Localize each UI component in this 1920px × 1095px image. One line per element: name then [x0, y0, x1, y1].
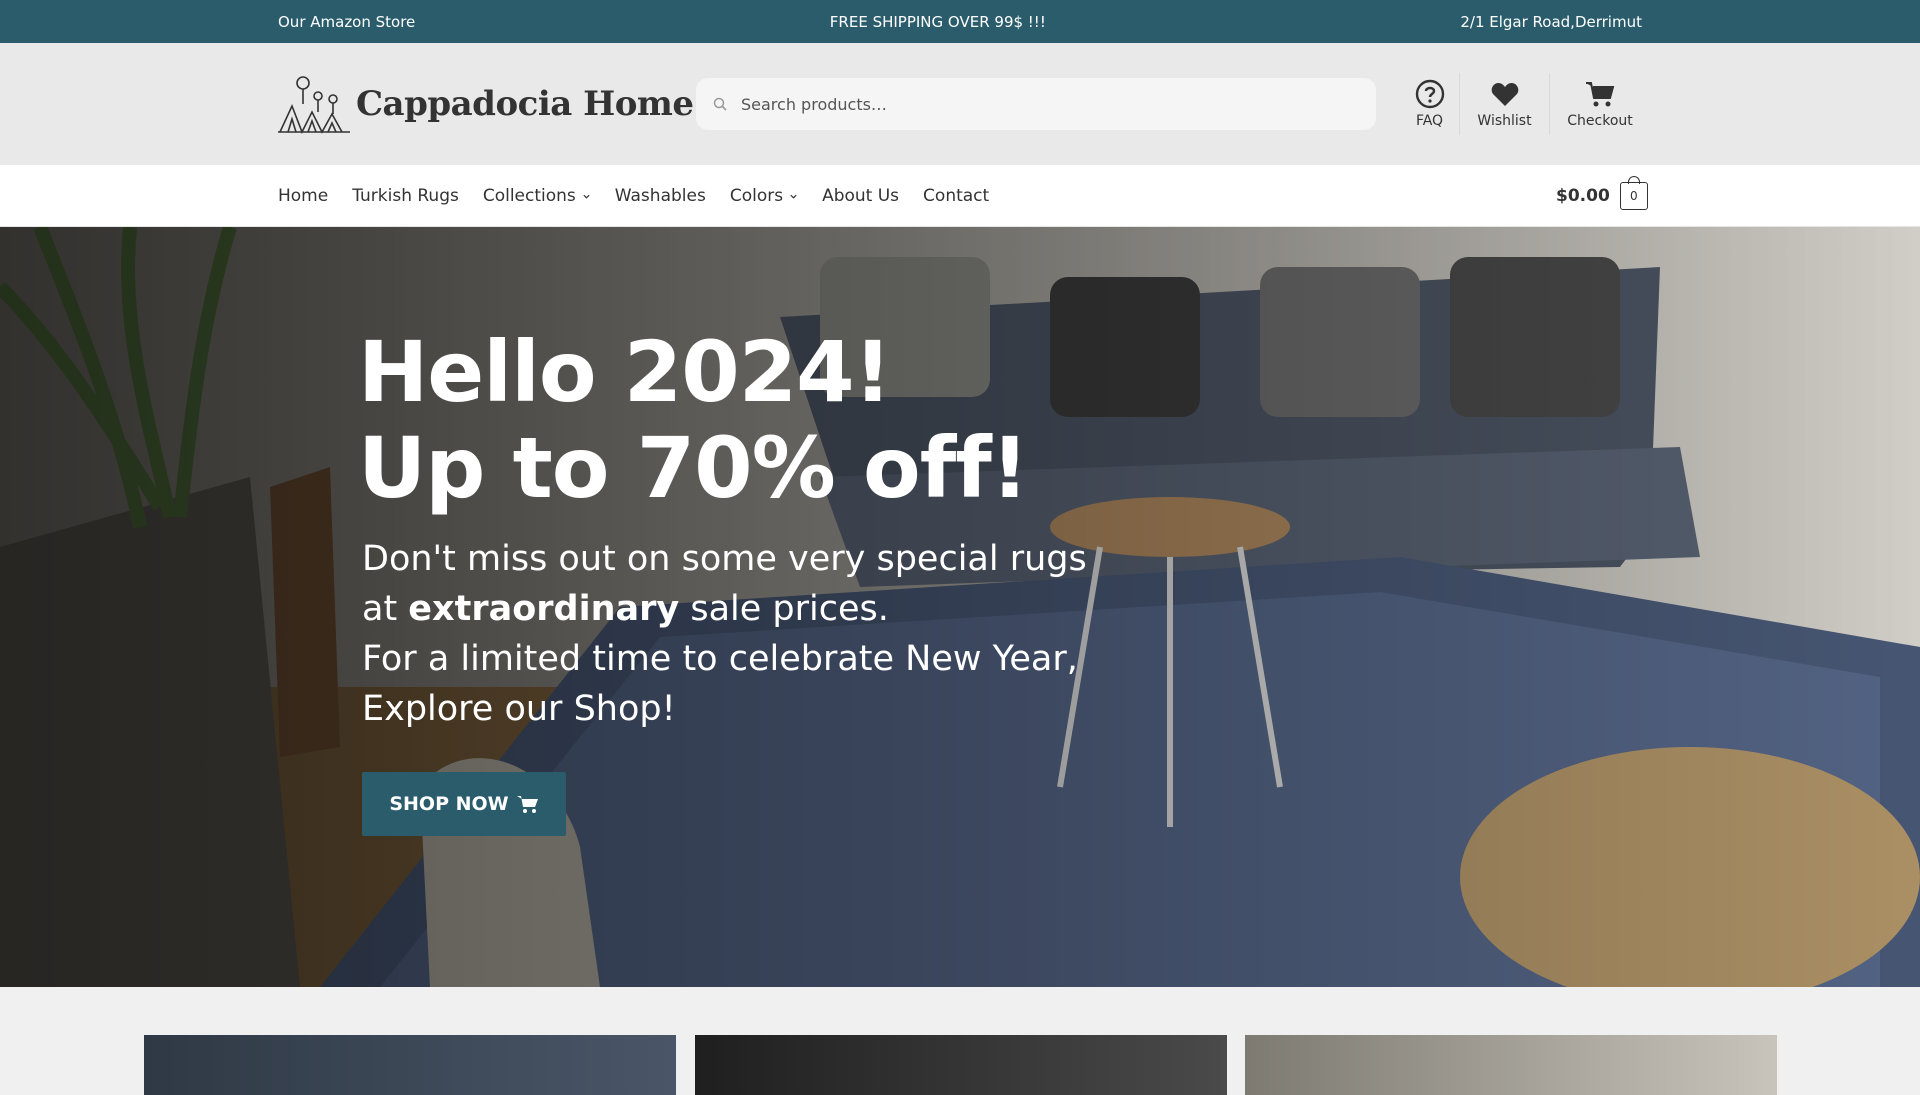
hero-subtext: Don't miss out on some very special rugs… — [362, 534, 1122, 734]
nav-item-washables[interactable]: Washables — [615, 186, 706, 206]
site-logo[interactable]: Cappadocia Home — [278, 73, 694, 135]
mini-cart[interactable]: $0.00 0 — [1556, 176, 1648, 212]
category-cards — [0, 987, 1920, 1095]
hero-title-line1: Hello 2024! — [358, 323, 892, 421]
top-announcement-bar: Our Amazon Store FREE SHIPPING OVER 99$ … — [0, 0, 1920, 43]
wishlist-link[interactable]: Wishlist — [1460, 73, 1550, 135]
hero-sub-line4: Explore our Shop! — [362, 689, 676, 729]
checkout-label: Checkout — [1567, 113, 1633, 129]
nav-item-label: Home — [278, 186, 329, 206]
cart-icon — [516, 796, 538, 813]
question-circle-icon — [1415, 79, 1444, 109]
nav-item-label: About Us — [822, 186, 900, 206]
search-icon — [713, 97, 727, 111]
nav-item-collections[interactable]: Collections — [483, 186, 591, 206]
cart-icon — [1586, 82, 1615, 107]
category-card[interactable] — [1245, 1035, 1777, 1095]
shop-now-label: SHOP NOW — [389, 793, 509, 815]
cart-total: $0.00 — [1556, 186, 1610, 206]
cart-bag-icon: 0 — [1619, 176, 1648, 210]
main-navigation: Home Turkish Rugs Collections Washables … — [0, 165, 1920, 227]
shop-now-button[interactable]: SHOP NOW — [362, 772, 566, 836]
nav-item-colors[interactable]: Colors — [730, 186, 798, 206]
free-shipping-banner: FREE SHIPPING OVER 99$ !!! — [829, 12, 1046, 31]
logo-text: Cappadocia Home — [356, 84, 694, 124]
hero-sub-line2: at extraordinary sale prices. — [362, 584, 1122, 634]
nav-item-turkish-rugs[interactable]: Turkish Rugs — [352, 186, 459, 206]
heart-icon — [1491, 83, 1518, 106]
nav-item-label: Washables — [614, 186, 706, 206]
hero-sub-line1: Don't miss out on some very special rugs — [362, 539, 1087, 579]
nav-item-contact[interactable]: Contact — [923, 186, 989, 206]
nav-item-about-us[interactable]: About Us — [822, 186, 899, 206]
hero-sub-line2-post: sale prices. — [679, 589, 889, 629]
hero-title-line2: Up to 70% off! — [358, 419, 1029, 517]
nav-menu: Home Turkish Rugs Collections Washables … — [278, 165, 1013, 227]
chevron-down-icon — [790, 194, 797, 199]
category-card[interactable] — [144, 1035, 676, 1095]
balloon-mountain-logo-icon — [278, 76, 350, 134]
nav-item-label: Contact — [923, 186, 990, 206]
store-address: 2/1 Elgar Road,Derrimut — [1460, 12, 1642, 31]
search-bar[interactable] — [696, 78, 1376, 130]
faq-link[interactable]: FAQ — [1400, 73, 1460, 135]
hero-sub-line3: For a limited time to celebrate New Year… — [362, 639, 1078, 679]
nav-item-label: Collections — [482, 186, 576, 206]
faq-label: FAQ — [1415, 113, 1444, 129]
cart-count: 0 — [1629, 189, 1638, 203]
checkout-link[interactable]: Checkout — [1550, 73, 1650, 135]
nav-item-home[interactable]: Home — [278, 186, 328, 206]
hero-sub-line2-pre: at — [362, 589, 409, 629]
hero-headline: Hello 2024! Up to 70% off! — [358, 323, 1029, 517]
site-header: Cappadocia Home FAQ Wishlist — [0, 43, 1920, 165]
nav-item-label: Turkish Rugs — [352, 186, 459, 206]
nav-item-label: Colors — [729, 186, 784, 206]
hero-sub-line2-bold: extraordinary — [408, 589, 680, 629]
chevron-down-icon — [583, 194, 590, 199]
wishlist-label: Wishlist — [1477, 113, 1532, 129]
header-actions: FAQ Wishlist Checkout — [1400, 73, 1650, 135]
search-input[interactable] — [741, 94, 1341, 114]
hero-banner: Hello 2024! Up to 70% off! Don't miss ou… — [0, 227, 1920, 987]
category-card[interactable] — [695, 1035, 1227, 1095]
amazon-store-link[interactable]: Our Amazon Store — [278, 13, 415, 31]
